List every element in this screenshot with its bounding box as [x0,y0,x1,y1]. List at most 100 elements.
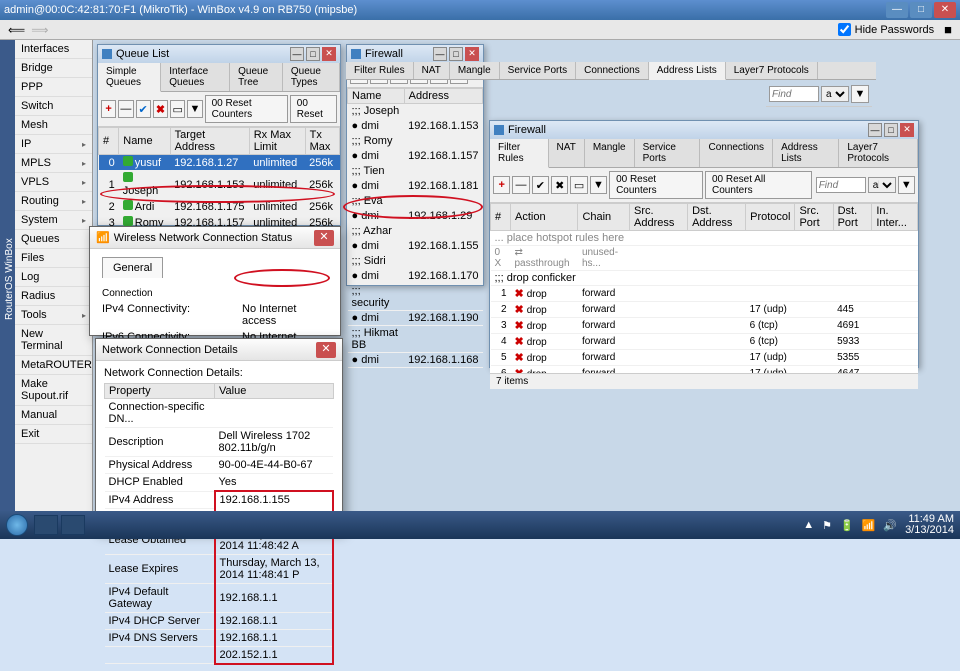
comment-button[interactable]: ▭ [570,176,587,194]
enable-button[interactable]: ✔ [136,100,151,118]
menu-interfaces[interactable]: Interfaces [15,40,92,59]
tab-mangle[interactable]: Mangle [585,139,635,167]
table-row[interactable]: 5✖dropforward17 (udp)5355 [491,350,918,366]
menu-system[interactable]: System▸ [15,211,92,230]
minimize-button[interactable]: — [868,123,882,137]
menu-manual[interactable]: Manual [15,406,92,425]
filter-select[interactable]: all [868,177,896,193]
menu-files[interactable]: Files [15,249,92,268]
taskbar-item[interactable] [61,515,85,535]
filter-select[interactable]: all [821,86,849,102]
menu-mesh[interactable]: Mesh [15,116,92,135]
enable-button[interactable]: ✔ [532,176,549,194]
menu-log[interactable]: Log [15,268,92,287]
disable-button[interactable]: ✖ [551,176,568,194]
table-row[interactable]: ● dmi192.168.1.168 [348,353,483,368]
filter-button[interactable]: ▼ [851,85,869,103]
close-button[interactable]: ✕ [465,47,479,61]
find-input[interactable] [769,86,819,102]
menu-ppp[interactable]: PPP [15,78,92,97]
maximize-button[interactable]: □ [910,2,932,18]
add-button[interactable]: + [101,100,116,118]
table-row[interactable]: 0yusuf192.168.1.27unlimited256k [99,155,340,171]
tab-filter-rules[interactable]: Filter Rules [490,139,549,168]
tab-nat[interactable]: NAT [549,139,585,167]
maximize-button[interactable]: □ [306,47,320,61]
clock-date[interactable]: 3/13/2014 [905,525,954,536]
minimize-button[interactable]: — [433,47,447,61]
tab-simple-queues[interactable]: Simple Queues [98,63,161,92]
menu-radius[interactable]: Radius [15,287,92,306]
minimize-button[interactable]: — [290,47,304,61]
menu-new-terminal[interactable]: New Terminal [15,325,92,356]
table-row[interactable]: ● dmi192.168.1.29 [348,209,483,224]
reset-all-counters-button[interactable]: 00 Reset All Counters [705,171,812,199]
menu-tools[interactable]: Tools▸ [15,306,92,325]
table-row[interactable]: ;;; Eva [348,194,483,209]
table-row[interactable]: ● dmi192.168.1.155 [348,239,483,254]
remove-button[interactable]: — [512,176,529,194]
close-button[interactable]: ✕ [316,342,336,358]
general-tab[interactable]: General [102,257,163,278]
tab-mangle[interactable]: Mangle [450,62,500,79]
network-icon[interactable]: 📶 [862,519,876,532]
address-list-table[interactable]: NameAddress;;; Joseph ● dmi192.168.1.153… [347,88,483,368]
table-row[interactable]: 1✖dropforward [491,286,918,302]
close-button[interactable]: ✕ [934,2,956,18]
tab-queue-tree[interactable]: Queue Tree [230,63,283,91]
tab-nat[interactable]: NAT [414,62,450,79]
table-row[interactable]: ● dmi192.168.1.190 [348,311,483,326]
table-row[interactable]: ;;; Joseph [348,104,483,119]
filter-button[interactable]: ▼ [187,100,202,118]
menu-vpls[interactable]: VPLS▸ [15,173,92,192]
menu-ip[interactable]: IP▸ [15,135,92,154]
options-icon[interactable]: ■ [944,22,952,37]
close-button[interactable]: ✕ [314,230,334,246]
table-row[interactable]: ● dmi192.168.1.181 [348,179,483,194]
action-center-icon[interactable]: ⚑ [822,519,832,532]
battery-icon[interactable]: 🔋 [840,519,854,532]
menu-queues[interactable]: Queues [15,230,92,249]
table-row[interactable]: ;;; Azhar [348,224,483,239]
tray-arrow-icon[interactable]: ▲ [803,519,814,531]
table-row[interactable]: ● dmi192.168.1.153 [348,119,483,134]
menu-metarouter[interactable]: MetaROUTER [15,356,92,375]
maximize-button[interactable]: □ [884,123,898,137]
menu-switch[interactable]: Switch [15,97,92,116]
tab-service-ports[interactable]: Service Ports [635,139,701,167]
windows-taskbar[interactable]: ▲ ⚑ 🔋 📶 🔊 11:49 AM 3/13/2014 [0,511,960,539]
table-row[interactable]: ;;; Tien [348,164,483,179]
taskbar-item[interactable] [34,515,58,535]
tab-layer7-protocols[interactable]: Layer7 Protocols [839,139,918,167]
table-row[interactable]: ;;; Hikmat BB [348,326,483,353]
tab-connections[interactable]: Connections [576,62,649,79]
table-row[interactable]: 4✖dropforward6 (tcp)5933 [491,334,918,350]
tab-address-lists[interactable]: Address Lists [773,139,839,167]
tab-layer7-protocols[interactable]: Layer7 Protocols [726,62,818,79]
table-row[interactable]: ;;; Romy [348,134,483,149]
tab-address-lists[interactable]: Address Lists [649,62,726,80]
menu-make-supout.rif[interactable]: Make Supout.rif [15,375,92,406]
table-row[interactable]: ● dmi192.168.1.170 [348,269,483,284]
filter-button[interactable]: ▼ [898,176,915,194]
close-button[interactable]: ✕ [900,123,914,137]
reset-all-button[interactable]: 00 Reset [290,95,337,123]
add-button[interactable]: + [493,176,510,194]
maximize-button[interactable]: □ [449,47,463,61]
start-button[interactable] [6,514,28,536]
table-row[interactable]: 6✖dropforward17 (udp)4647 [491,366,918,374]
comment-button[interactable]: ▭ [170,100,185,118]
tab-filter-rules[interactable]: Filter Rules [346,62,414,79]
reset-counters-button[interactable]: 00 Reset Counters [609,171,703,199]
table-row[interactable]: 3✖dropforward6 (tcp)4691 [491,318,918,334]
table-row[interactable]: 2Ardi192.168.1.175unlimited256k [99,199,340,215]
tab-connections[interactable]: Connections [700,139,773,167]
filter-rules-table[interactable]: #ActionChainSrc. AddressDst. AddressProt… [490,203,918,373]
remove-button[interactable]: — [118,100,133,118]
tab-service-ports[interactable]: Service Ports [500,62,576,79]
tab-interface-queues[interactable]: Interface Queues [161,63,230,91]
minimize-button[interactable]: — [886,2,908,18]
table-row[interactable]: ● dmi192.168.1.157 [348,149,483,164]
tab-queue-types[interactable]: Queue Types [283,63,340,91]
find-input[interactable] [816,177,866,193]
